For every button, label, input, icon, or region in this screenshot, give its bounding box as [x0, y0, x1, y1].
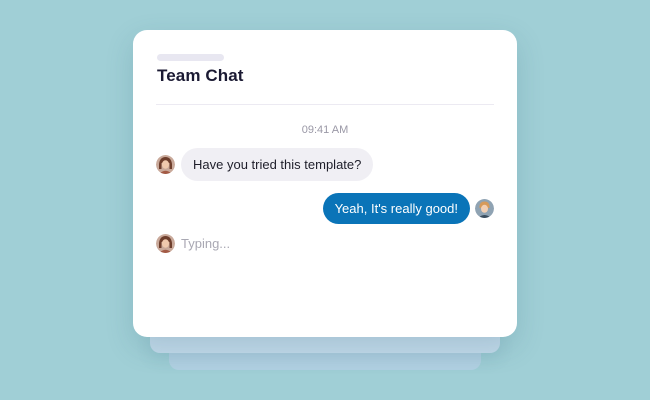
- user-avatar-icon: [156, 155, 175, 174]
- title-accent-bar: [157, 54, 224, 61]
- chat-card: Team Chat 09:41 AM Have you tried this t…: [133, 30, 517, 337]
- card-stack-shadow-back: [169, 352, 481, 370]
- message-bubble-outgoing: Yeah, It's really good!: [322, 193, 470, 224]
- message-bubble-incoming: Have you tried this template?: [181, 148, 374, 181]
- user-avatar-icon: [475, 199, 494, 218]
- chat-title: Team Chat: [157, 66, 244, 85]
- chat-preview-stage: Team Chat 09:41 AM Have you tried this t…: [0, 0, 650, 400]
- typing-indicator: Typing...: [181, 236, 231, 251]
- message-timestamp: 09:41 AM: [301, 124, 349, 136]
- user-avatar-icon: [156, 234, 175, 253]
- avatar[interactable]: [156, 234, 175, 253]
- avatar[interactable]: [156, 155, 175, 174]
- avatar[interactable]: [475, 199, 494, 218]
- header-divider: [156, 104, 494, 105]
